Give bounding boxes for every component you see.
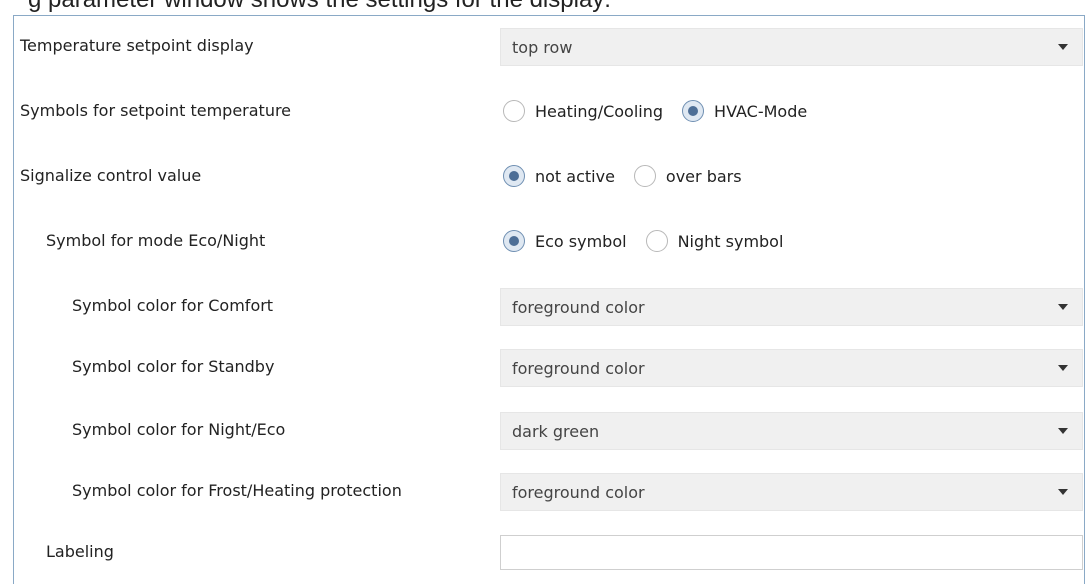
radio-option-over-bars[interactable]: over bars (631, 165, 742, 187)
radio-group-eco-night: Eco symbol Night symbol (500, 221, 799, 261)
radio-option-eco-symbol[interactable]: Eco symbol (500, 230, 627, 252)
chevron-down-icon (1058, 304, 1068, 310)
radio-label-not-active: not active (535, 166, 615, 186)
radio-option-hvac-mode[interactable]: HVAC-Mode (679, 100, 807, 122)
radio-group-symbols-setpoint: Heating/Cooling HVAC-Mode (500, 91, 823, 131)
row-temperature-setpoint-display: Temperature setpoint display top row (14, 26, 1084, 66)
row-symbols-setpoint-temperature: Symbols for setpoint temperature Heating… (14, 91, 1084, 131)
label-symbol-color-comfort: Symbol color for Comfort (72, 296, 274, 315)
radio-button-hvac-mode[interactable] (682, 100, 705, 122)
label-symbol-mode-eco-night: Symbol for mode Eco/Night (46, 231, 266, 250)
row-symbol-color-frost-heating: Symbol color for Frost/Heating protectio… (14, 471, 1084, 511)
select-value: foreground color (512, 298, 645, 317)
label-temperature-setpoint-display: Temperature setpoint display (20, 36, 254, 55)
radio-option-night-symbol[interactable]: Night symbol (643, 230, 784, 252)
select-symbol-color-frost-heating[interactable]: foreground color (500, 473, 1083, 511)
row-symbol-color-comfort: Symbol color for Comfort foreground colo… (14, 286, 1084, 326)
row-symbol-mode-eco-night: Symbol for mode Eco/Night Eco symbol Nig… (14, 221, 1084, 261)
radio-label-over-bars: over bars (665, 166, 742, 186)
select-symbol-color-night-eco[interactable]: dark green (500, 412, 1083, 450)
row-symbol-color-standby: Symbol color for Standby foreground colo… (14, 347, 1084, 387)
label-signalize-control-value: Signalize control value (20, 166, 202, 185)
chevron-down-icon (1058, 428, 1068, 434)
label-labeling: Labeling (46, 542, 114, 561)
radio-label-heating-cooling: Heating/Cooling (535, 101, 664, 121)
radio-button-eco-symbol[interactable] (503, 230, 525, 252)
radio-option-not-active[interactable]: not active (500, 165, 615, 187)
chevron-down-icon (1058, 489, 1068, 495)
select-symbol-color-comfort[interactable]: foreground color (500, 288, 1083, 326)
radio-label-eco-symbol: Eco symbol (535, 231, 627, 251)
label-symbol-color-frost-heating: Symbol color for Frost/Heating protectio… (72, 481, 402, 500)
radio-button-heating-cooling[interactable] (503, 100, 525, 122)
radio-button-over-bars[interactable] (633, 165, 656, 187)
row-labeling: Labeling (14, 532, 1084, 572)
select-value: top row (512, 38, 573, 57)
document-caption-fragment: g parameter window shows the settings fo… (28, 0, 611, 14)
row-symbol-color-night-eco: Symbol color for Night/Eco dark green (14, 410, 1084, 450)
radio-button-night-symbol[interactable] (645, 230, 668, 252)
parameter-window: g parameter window shows the settings fo… (0, 0, 1086, 584)
label-symbols-setpoint-temperature: Symbols for setpoint temperature (20, 101, 292, 120)
radio-option-heating-cooling[interactable]: Heating/Cooling (500, 100, 663, 122)
labeling-input[interactable] (500, 535, 1083, 570)
select-symbol-color-standby[interactable]: foreground color (500, 349, 1083, 387)
label-symbol-color-night-eco: Symbol color for Night/Eco (72, 420, 286, 439)
chevron-down-icon (1058, 44, 1068, 50)
radio-label-night-symbol: Night symbol (677, 231, 784, 251)
select-value: dark green (512, 422, 600, 441)
radio-group-signalize-control: not active over bars (500, 156, 758, 196)
parameter-panel: Temperature setpoint display top row Sym… (13, 15, 1085, 584)
select-value: foreground color (512, 483, 645, 502)
radio-button-not-active[interactable] (503, 165, 525, 187)
label-symbol-color-standby: Symbol color for Standby (72, 357, 275, 376)
row-signalize-control-value: Signalize control value not active over … (14, 156, 1084, 196)
select-temperature-setpoint-display[interactable]: top row (500, 28, 1083, 66)
select-value: foreground color (512, 359, 645, 378)
chevron-down-icon (1058, 365, 1068, 371)
radio-label-hvac-mode: HVAC-Mode (714, 101, 808, 121)
